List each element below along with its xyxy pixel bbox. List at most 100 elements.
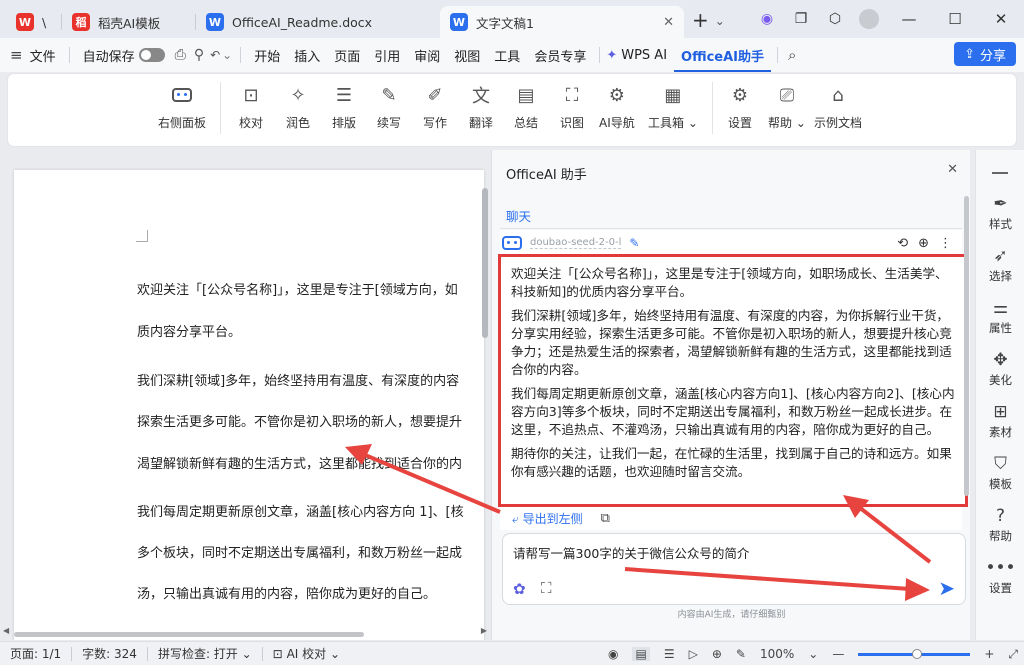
word-count[interactable]: 字数: 324: [72, 645, 147, 662]
translate-button[interactable]: 文 翻译: [468, 82, 494, 131]
ai-flower-icon[interactable]: ✿: [513, 580, 526, 598]
ai-check-icon: ⊡: [272, 646, 283, 661]
writing-button[interactable]: ✐ 写作: [422, 82, 448, 131]
image-recognition-button[interactable]: ⛶ 识图: [559, 82, 585, 131]
ai-proofread-status[interactable]: ⊡ AI 校对 ⌄: [263, 645, 350, 662]
tab-label: 稻壳AI模板: [98, 15, 161, 31]
export-to-left-button[interactable]: ⤶ 导出到左侧: [512, 510, 583, 527]
tab-active-document[interactable]: W 文字文稿1 ✕: [440, 6, 684, 38]
proofread-button[interactable]: ⊡ 校对: [238, 82, 264, 131]
document-horizontal-scrollbar[interactable]: ◀ ▶: [0, 626, 490, 639]
title-bar: W \ 稻 稻壳AI模板 W OfficeAI_Readme.docx W 文字…: [0, 0, 1024, 38]
ai-navigation-button[interactable]: ⚙ AI导航: [599, 82, 635, 131]
tab-list-chevron-icon[interactable]: ⌄: [715, 14, 725, 28]
menu-home[interactable]: 开始: [247, 46, 287, 65]
chat-input-text[interactable]: 请帮写一篇300字的关于微信公众号的简介: [513, 543, 749, 562]
help-icon: ⎚: [779, 84, 795, 106]
tab-docer-templates[interactable]: 稻 稻壳AI模板: [62, 6, 196, 38]
docer-logo-icon: 稻: [72, 13, 90, 31]
help-button[interactable]: ⎚ 帮助 ⌄: [768, 82, 806, 131]
window-switch-icon[interactable]: ❐: [784, 11, 818, 27]
rail-settings[interactable]: ••• 设置: [976, 558, 1024, 596]
zoom-out-icon[interactable]: —: [832, 647, 844, 661]
chat-actions: ⟲ ⊕ ⋮: [897, 236, 952, 251]
continue-write-button[interactable]: ✎ 续写: [376, 82, 402, 131]
panel-scrollbar[interactable]: [964, 156, 970, 640]
collapse-rail-icon[interactable]: [992, 172, 1008, 174]
tab-wps-home[interactable]: W \: [6, 6, 62, 38]
menu-insert[interactable]: 插入: [287, 46, 327, 65]
chat-input[interactable]: 请帮写一篇300字的关于微信公众号的简介 ✿ ⛶ ➤: [502, 533, 966, 605]
rail-help[interactable]: ? 帮助: [976, 506, 1024, 544]
list-view-icon[interactable]: ☰: [664, 647, 675, 661]
fullscreen-icon[interactable]: ⤢: [1008, 647, 1018, 662]
add-tab-button[interactable]: +: [692, 8, 709, 32]
search-icon[interactable]: ⌕: [788, 46, 796, 64]
share-link-icon[interactable]: ⚲: [194, 47, 204, 63]
close-window-icon[interactable]: ✕: [978, 10, 1024, 28]
close-tab-icon[interactable]: ✕: [663, 15, 674, 30]
menu-references[interactable]: 引用: [367, 46, 407, 65]
doc-line: 多个板块，同时不定期送出专属福利，和数万粉丝一起成: [137, 546, 463, 561]
eye-icon[interactable]: ◉: [608, 647, 618, 661]
model-selector[interactable]: doubao-seed-2-0-l: [530, 237, 622, 249]
status-bar: 页面: 1/1 字数: 324 拼写检查: 打开 ⌄ ⊡ AI 校对 ⌄ ◉ ▤…: [0, 641, 1024, 665]
tab-label: \: [42, 14, 47, 30]
autosave-toggle[interactable]: [138, 48, 165, 62]
menu-officeai[interactable]: OfficeAI助手: [674, 46, 772, 72]
rail-select[interactable]: ➶ 选择: [976, 246, 1024, 284]
pen-view-icon[interactable]: ✎: [736, 647, 746, 661]
menu-wps-ai[interactable]: WPS AI: [617, 48, 674, 63]
menu-page[interactable]: 页面: [327, 46, 367, 65]
zoom-dropdown-icon[interactable]: ⌄: [808, 647, 818, 661]
menu-file[interactable]: 文件: [23, 46, 63, 65]
sample-doc-button[interactable]: ⌂ 示例文档: [814, 82, 862, 131]
avatar[interactable]: [852, 9, 886, 29]
more-icon[interactable]: ⋮: [939, 236, 952, 251]
layout-button[interactable]: ☰ 排版: [331, 82, 357, 131]
undo-dropdown-icon[interactable]: ⌄: [222, 48, 232, 62]
summary-button[interactable]: ▤ 总结: [513, 82, 539, 131]
menu-view[interactable]: 视图: [447, 46, 487, 65]
undo-icon[interactable]: ↶: [210, 48, 220, 62]
play-icon[interactable]: ▷: [689, 647, 698, 661]
polish-button[interactable]: ✧ 润色: [285, 82, 311, 131]
cube-icon[interactable]: ⬡: [818, 11, 852, 27]
edit-pen-icon[interactable]: ✎: [629, 236, 639, 250]
web-view-icon[interactable]: ⊕: [712, 647, 722, 661]
image-upload-icon[interactable]: ⛶: [541, 579, 552, 597]
menu-review[interactable]: 审阅: [407, 46, 447, 65]
history-icon[interactable]: ⟲: [897, 236, 908, 251]
new-chat-icon[interactable]: ⊕: [918, 236, 929, 251]
hamburger-menu-icon[interactable]: ≡: [10, 46, 23, 64]
rail-style[interactable]: ✒ 样式: [976, 194, 1024, 232]
maximize-icon[interactable]: ☐: [932, 10, 978, 28]
minimize-icon[interactable]: —: [886, 10, 932, 28]
spell-check-toggle[interactable]: 拼写检查: 打开 ⌄: [148, 645, 262, 662]
toolbox-button[interactable]: ▦ 工具箱 ⌄: [648, 82, 698, 131]
copy-icon[interactable]: ⧉: [601, 511, 610, 526]
zoom-in-icon[interactable]: +: [984, 647, 994, 661]
document-vertical-scrollbar[interactable]: [481, 150, 489, 630]
cloud-save-icon[interactable]: ⎙: [175, 47, 186, 63]
tab-readme-doc[interactable]: W OfficeAI_Readme.docx: [196, 6, 440, 38]
page-view-icon[interactable]: ▤: [632, 647, 650, 661]
zoom-slider[interactable]: [858, 648, 971, 659]
ai-spark-icon[interactable]: ◉: [750, 11, 784, 27]
settings-button[interactable]: ⚙ 设置: [727, 82, 753, 131]
share-icon: ⇪: [964, 46, 975, 62]
page-count[interactable]: 页面: 1/1: [0, 645, 71, 662]
right-panel-button[interactable]: 右侧面板: [158, 82, 206, 131]
menu-tools[interactable]: 工具: [487, 46, 527, 65]
rail-templates[interactable]: ⛉ 模板: [976, 454, 1024, 492]
document-page[interactable]: 欢迎关注「[公众号名称]」，这里是专注于[领域方向，如 质内容分享平台。 我们深…: [14, 170, 484, 640]
export-arrow-icon: ⤶: [512, 512, 519, 526]
zoom-level[interactable]: 100%: [760, 647, 794, 661]
share-button[interactable]: ⇪ 分享: [954, 42, 1016, 66]
rail-beautify[interactable]: ✥ 美化: [976, 350, 1024, 388]
rail-materials[interactable]: ⊞ 素材: [976, 402, 1024, 440]
menu-member[interactable]: 会员专享: [527, 46, 593, 65]
close-panel-icon[interactable]: ✕: [947, 162, 958, 177]
rail-properties[interactable]: ⚌ 属性: [976, 298, 1024, 336]
send-icon[interactable]: ➤: [938, 576, 955, 600]
